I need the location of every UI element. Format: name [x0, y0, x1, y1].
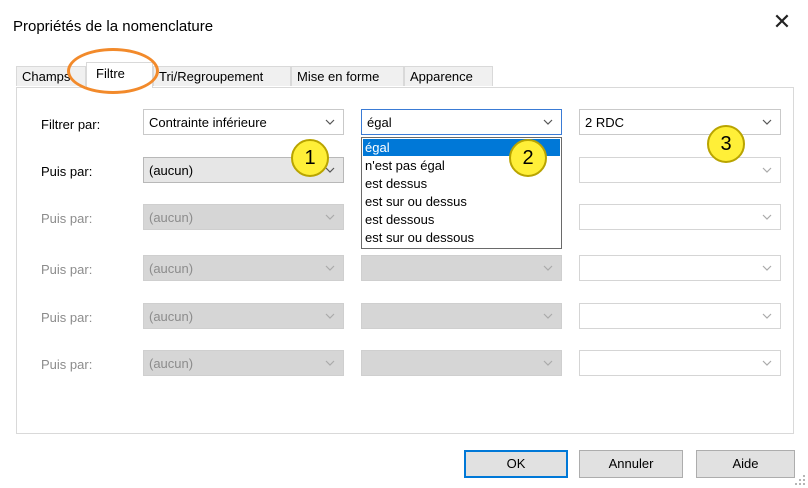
chevron-down-icon — [543, 265, 553, 271]
chevron-down-icon — [325, 360, 335, 366]
title-bar: Propriétés de la nomenclature ✕ — [0, 0, 808, 48]
operator-select-4 — [361, 255, 562, 281]
callout-badge: 3 — [707, 125, 745, 163]
value-select-6 — [579, 350, 781, 376]
close-icon[interactable]: ✕ — [770, 10, 794, 34]
chevron-down-icon — [762, 313, 772, 319]
callout-badge: 2 — [509, 139, 547, 177]
chevron-down-icon — [762, 360, 772, 366]
help-button[interactable]: Aide — [696, 450, 795, 478]
value-select-5 — [579, 303, 781, 329]
dropdown-option[interactable]: est dessus — [363, 175, 560, 192]
field-select-1[interactable]: Contrainte inférieure — [143, 109, 344, 135]
then-by-label: Puis par: — [41, 211, 93, 226]
chevron-down-icon — [543, 313, 553, 319]
field-select-6: (aucun) — [143, 350, 344, 376]
field-select-value: Contrainte inférieure — [149, 115, 267, 130]
dropdown-option[interactable]: est dessous — [363, 211, 560, 228]
tab-apparence[interactable]: Apparence — [404, 66, 493, 86]
tab-champs[interactable]: Champs — [16, 66, 86, 86]
value-select-value: 2 RDC — [585, 115, 625, 130]
tab-strip: Champs Filtre Tri/Regroupement Mise en f… — [16, 62, 796, 88]
field-select-5: (aucun) — [143, 303, 344, 329]
then-by-label: Puis par: — [41, 164, 93, 179]
operator-select-6 — [361, 350, 562, 376]
value-select-3 — [579, 204, 781, 230]
chevron-down-icon — [762, 265, 772, 271]
value-select-1[interactable]: 2 RDC — [579, 109, 781, 135]
chevron-down-icon — [762, 167, 772, 173]
chevron-down-icon — [543, 360, 553, 366]
field-select-4: (aucun) — [143, 255, 344, 281]
window-title: Propriétés de la nomenclature — [13, 18, 214, 35]
tab-filtre[interactable]: Filtre — [86, 62, 153, 88]
ok-button[interactable]: OK — [464, 450, 568, 478]
field-select-3: (aucun) — [143, 204, 344, 230]
dropdown-option[interactable]: est sur ou dessous — [363, 229, 560, 246]
tab-tri-regroupement[interactable]: Tri/Regroupement — [153, 66, 291, 86]
resize-grip-icon[interactable] — [794, 474, 806, 486]
value-select-4 — [579, 255, 781, 281]
operator-select-5 — [361, 303, 562, 329]
then-by-label: Puis par: — [41, 262, 93, 277]
chevron-down-icon — [762, 214, 772, 220]
then-by-label: Puis par: — [41, 357, 93, 372]
field-select-value: (aucun) — [149, 163, 194, 178]
value-select-2[interactable] — [579, 157, 781, 183]
cancel-button[interactable]: Annuler — [579, 450, 683, 478]
field-select-value: (aucun) — [149, 210, 194, 225]
field-select-value: (aucun) — [149, 261, 194, 276]
then-by-label: Puis par: — [41, 310, 93, 325]
chevron-down-icon — [543, 119, 553, 125]
chevron-down-icon — [325, 313, 335, 319]
callout-badge: 1 — [291, 139, 329, 177]
operator-select-1[interactable]: égal — [361, 109, 562, 135]
chevron-down-icon — [325, 119, 335, 125]
chevron-down-icon — [762, 119, 772, 125]
field-select-value: (aucun) — [149, 356, 194, 371]
chevron-down-icon — [325, 214, 335, 220]
operator-select-value: égal — [367, 115, 392, 130]
chevron-down-icon — [325, 265, 335, 271]
tab-mise-en-forme[interactable]: Mise en forme — [291, 66, 404, 86]
field-select-value: (aucun) — [149, 309, 194, 324]
filter-by-label: Filtrer par: — [41, 117, 101, 132]
dropdown-option[interactable]: est sur ou dessus — [363, 193, 560, 210]
